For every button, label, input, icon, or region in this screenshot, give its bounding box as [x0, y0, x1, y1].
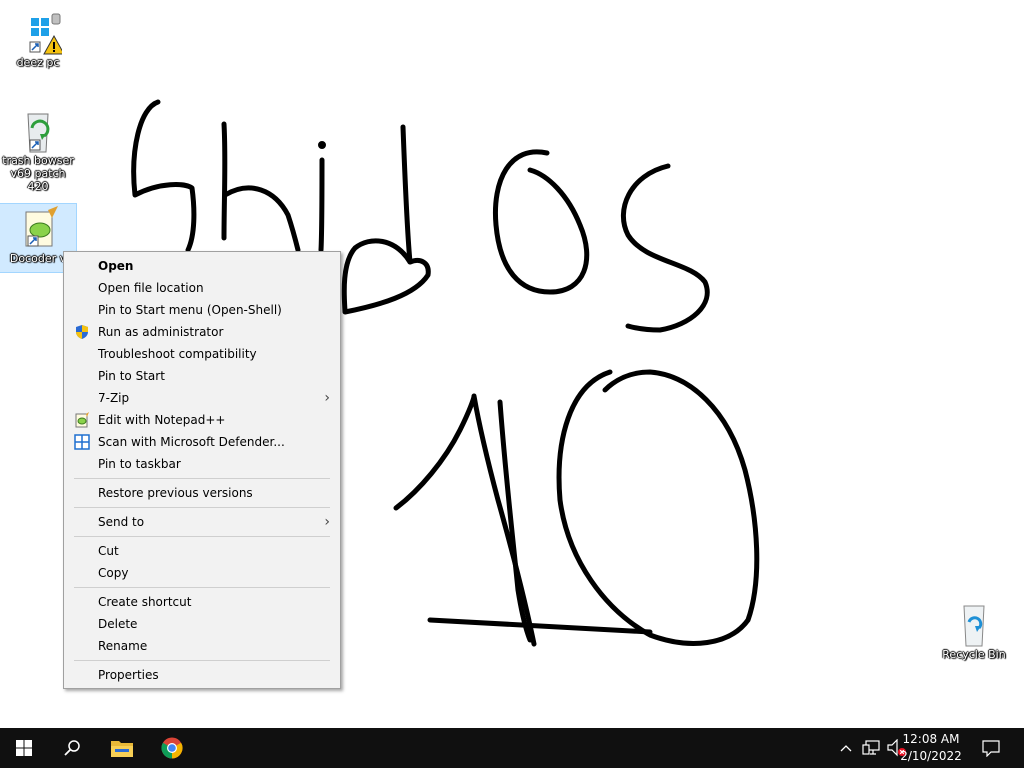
desktop-icon-trash-bowser[interactable]: trash bowser v69 patch 420 — [0, 106, 76, 193]
file-explorer-icon — [111, 741, 133, 757]
menu-item-troubleshoot-compatibility[interactable]: Troubleshoot compatibility — [64, 343, 340, 365]
menu-item-delete[interactable]: Delete — [64, 613, 340, 635]
desktop-icon-recycle-bin[interactable]: Recycle Bin — [936, 600, 1012, 661]
menu-item-send-to[interactable]: Send to › — [64, 511, 340, 533]
menu-item-label: Scan with Microsoft Defender... — [98, 435, 285, 449]
context-menu: Open Open file location Pin to Start men… — [63, 251, 341, 689]
menu-item-label: Open — [98, 259, 134, 273]
menu-item-open-file-location[interactable]: Open file location — [64, 277, 340, 299]
menu-item-create-shortcut[interactable]: Create shortcut — [64, 591, 340, 613]
clock[interactable]: 12:08 AM 2/10/2022 — [896, 731, 966, 765]
menu-item-label: Cut — [98, 544, 119, 558]
menu-item-label: Pin to taskbar — [98, 457, 181, 471]
search-icon — [64, 740, 80, 756]
menu-item-label: Pin to Start menu (Open-Shell) — [98, 303, 282, 317]
network-icon — [862, 740, 880, 755]
start-button[interactable] — [0, 728, 48, 768]
menu-separator — [74, 478, 330, 479]
menu-item-label: Open file location — [98, 281, 204, 295]
network-button[interactable] — [858, 728, 884, 768]
menu-item-label: Delete — [98, 617, 138, 631]
menu-item-pin-to-start-menu-open-shell[interactable]: Pin to Start menu (Open-Shell) — [64, 299, 340, 321]
menu-item-pin-to-start[interactable]: Pin to Start — [64, 365, 340, 387]
menu-item-properties[interactable]: Properties — [64, 664, 340, 686]
menu-separator — [74, 536, 330, 537]
uac-shield-icon — [74, 324, 90, 340]
notification-center-button[interactable] — [970, 728, 1012, 768]
desktop-icon-label: deez pc — [16, 56, 60, 69]
defender-icon — [74, 434, 90, 450]
menu-item-label: Create shortcut — [98, 595, 192, 609]
desktop-icon-deez-pc[interactable]: deez pc — [0, 8, 76, 69]
menu-item-open[interactable]: Open — [64, 255, 340, 277]
menu-item-scan-with-microsoft-defender[interactable]: Scan with Microsoft Defender... — [64, 431, 340, 453]
menu-separator — [74, 587, 330, 588]
menu-item-rename[interactable]: Rename — [64, 635, 340, 657]
menu-item-label: Edit with Notepad++ — [98, 413, 226, 427]
recycle-bin-empty-icon — [950, 600, 998, 648]
menu-item-label: Troubleshoot compatibility — [98, 347, 257, 361]
menu-item-label: Run as administrator — [98, 325, 224, 339]
show-hidden-icons-button[interactable] — [834, 728, 858, 768]
windows-start-icon — [16, 740, 32, 756]
notification-icon — [982, 740, 1000, 757]
notepad-plus-plus-icon — [74, 412, 90, 428]
submenu-arrow-icon: › — [324, 390, 330, 406]
menu-item-run-as-administrator[interactable]: Run as administrator — [64, 321, 340, 343]
menu-item-7-zip[interactable]: 7-Zip › — [64, 387, 340, 409]
search-button[interactable] — [48, 728, 96, 768]
menu-item-label: Rename — [98, 639, 148, 653]
menu-item-restore-previous-versions[interactable]: Restore previous versions — [64, 482, 340, 504]
chevron-up-icon — [840, 745, 852, 752]
menu-item-copy[interactable]: Copy — [64, 562, 340, 584]
menu-separator — [74, 660, 330, 661]
clock-time: 12:08 AM — [902, 732, 960, 746]
submenu-arrow-icon: › — [324, 514, 330, 530]
menu-item-label: Properties — [98, 668, 159, 682]
menu-item-edit-with-notepad-plus-plus[interactable]: Edit with Notepad++ — [64, 409, 340, 431]
file-explorer-button[interactable] — [98, 728, 146, 768]
menu-item-label: Pin to Start — [98, 369, 165, 383]
clock-date: 2/10/2022 — [900, 749, 962, 763]
recycle-bin-full-icon — [14, 106, 62, 154]
desktop-icon-label: trash bowser v69 patch 420 — [2, 154, 74, 193]
menu-item-label: Send to — [98, 515, 145, 529]
desktop-icon-label: Recycle Bin — [942, 648, 1006, 661]
chrome-icon — [161, 737, 183, 759]
menu-item-label: 7-Zip — [98, 391, 130, 405]
notepad-plus-plus-icon — [14, 204, 62, 252]
computer-warning-icon — [14, 8, 65, 56]
menu-separator — [74, 507, 330, 508]
menu-item-label: Restore previous versions — [98, 486, 253, 500]
menu-item-cut[interactable]: Cut — [64, 540, 340, 562]
chrome-button[interactable] — [148, 728, 196, 768]
taskbar: 12:08 AM 2/10/2022 — [0, 728, 1024, 768]
menu-item-pin-to-taskbar[interactable]: Pin to taskbar — [64, 453, 340, 475]
menu-item-label: Copy — [98, 566, 129, 580]
